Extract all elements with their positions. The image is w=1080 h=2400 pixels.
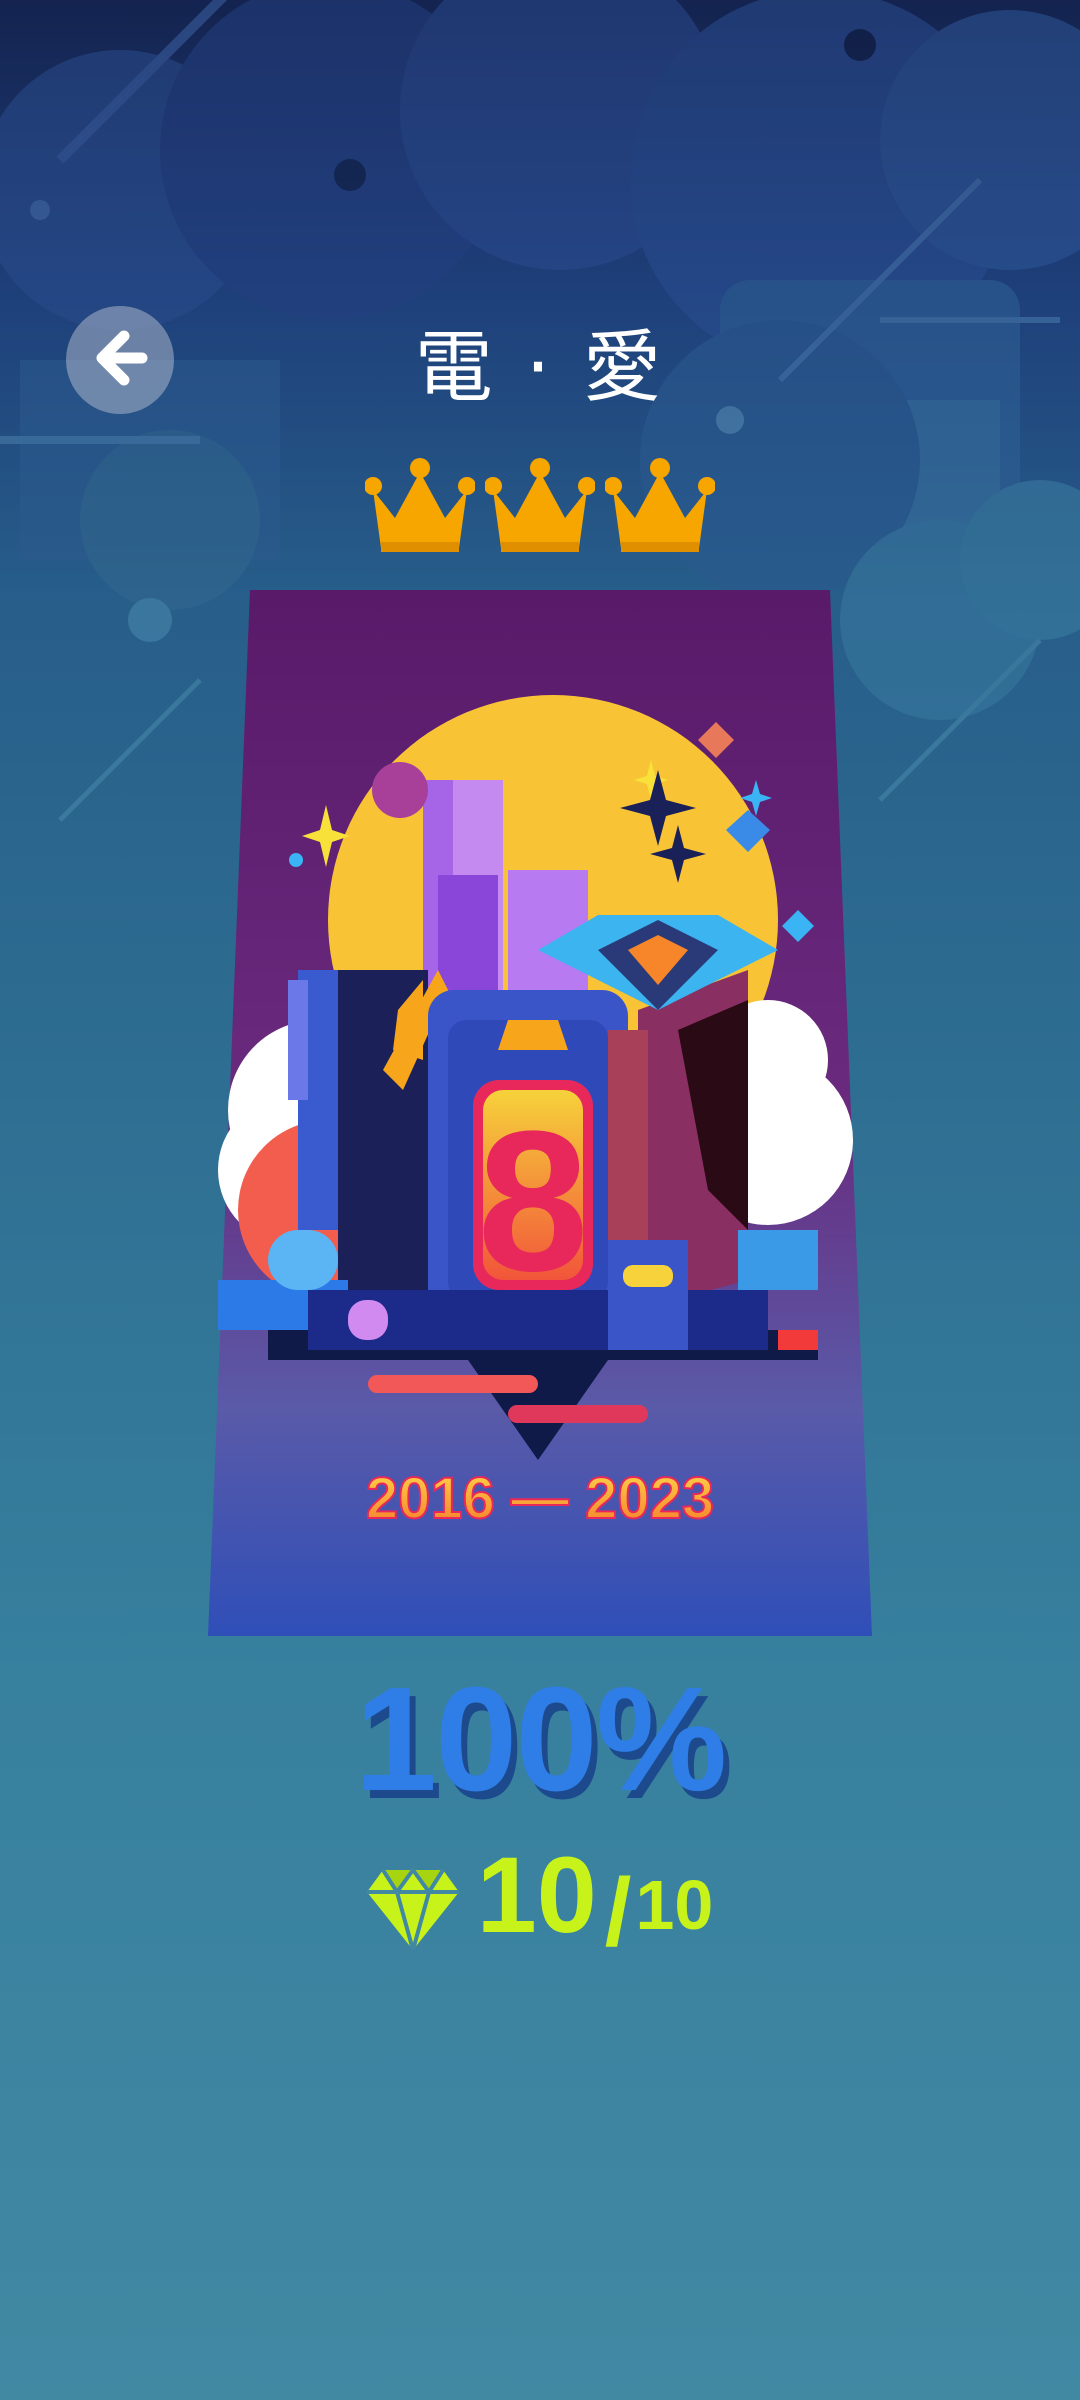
crown-rating: [0, 456, 1080, 556]
crown-icon: [485, 456, 595, 556]
diamond-icon: [366, 1866, 459, 1950]
level-title: 電 · 愛: [414, 323, 666, 413]
badge-number: 8: [477, 1090, 588, 1313]
completion-percent: 100%: [354, 1657, 728, 1822]
gems-collected-row: 10 / 10: [0, 1834, 1080, 1966]
level-cover-art: 8 2016 — 2023: [208, 590, 872, 1636]
poster-years: 2016 — 2023: [366, 1466, 714, 1531]
gems-total-count: 10: [635, 1866, 714, 1944]
crown-icon: [605, 456, 715, 556]
gems-separator: /: [604, 1859, 632, 1966]
gems-collected-count: 10: [476, 1834, 597, 1955]
crown-icon: [365, 456, 475, 556]
